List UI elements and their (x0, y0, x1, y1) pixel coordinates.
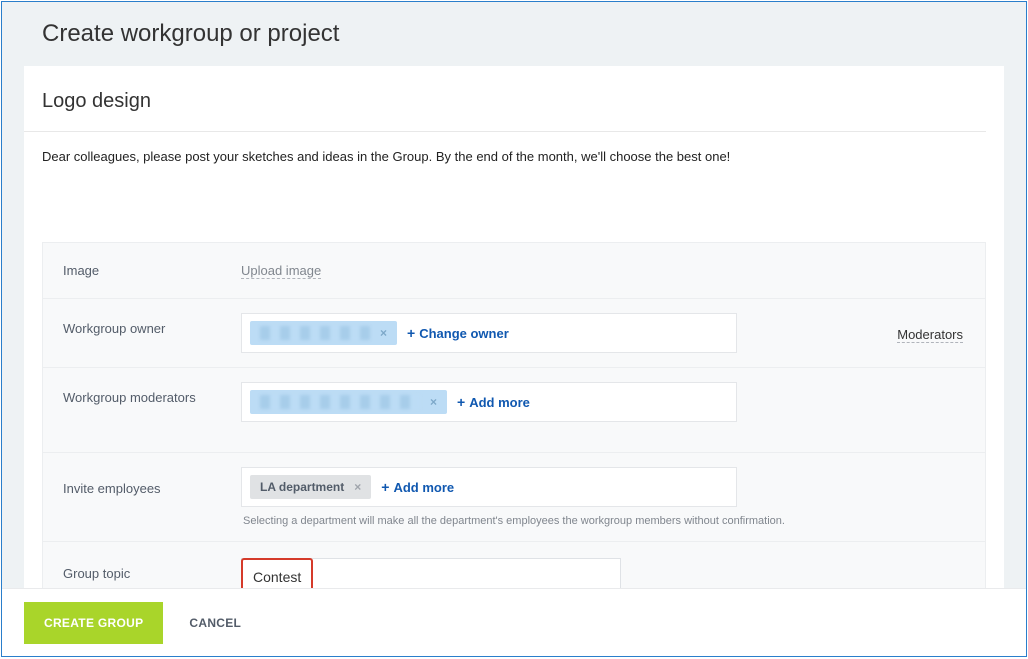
add-moderator-link[interactable]: + Add more (457, 394, 530, 410)
plus-icon: + (457, 394, 465, 410)
moderator-chip[interactable]: × (250, 390, 447, 414)
moderator-chip-name (260, 395, 420, 409)
invite-row: Invite employees LA department × + Add m… (43, 453, 985, 542)
image-label: Image (63, 261, 241, 278)
invite-chip-label: LA department (260, 480, 344, 494)
plus-icon: + (407, 325, 415, 341)
cancel-button[interactable]: CANCEL (189, 616, 241, 630)
content-panel: Logo design Dear colleagues, please post… (24, 66, 1004, 656)
owner-label: Workgroup owner (63, 313, 241, 336)
moderators-label: Workgroup moderators (63, 382, 241, 405)
moderators-input[interactable]: × + Add more (241, 382, 737, 422)
create-workgroup-modal: Create workgroup or project Logo design … (1, 1, 1027, 657)
add-invite-label: Add more (393, 480, 454, 495)
topic-label: Group topic (63, 558, 241, 581)
close-icon[interactable]: × (428, 395, 439, 409)
moderators-row: Workgroup moderators × + Add more (43, 368, 985, 453)
image-row: Image Upload image (43, 243, 985, 299)
form-section: Image Upload image Workgroup owner × + (42, 242, 986, 617)
change-owner-link[interactable]: + Change owner (407, 325, 509, 341)
invite-hint: Selecting a department will make all the… (241, 515, 965, 527)
change-owner-label: Change owner (419, 326, 509, 341)
close-icon[interactable]: × (378, 326, 389, 340)
invite-label: Invite employees (63, 467, 241, 496)
create-group-button[interactable]: CREATE GROUP (24, 602, 163, 644)
group-name-heading: Logo design (24, 66, 1004, 131)
add-moderator-label: Add more (469, 395, 530, 410)
owner-row: Workgroup owner × + Change owner Moderat… (43, 299, 985, 368)
modal-title: Create workgroup or project (2, 2, 1026, 66)
add-invite-link[interactable]: + Add more (381, 479, 454, 495)
owner-input[interactable]: × + Change owner (241, 313, 737, 353)
plus-icon: + (381, 479, 389, 495)
invite-chip[interactable]: LA department × (250, 475, 371, 499)
moderators-link[interactable]: Moderators (897, 327, 963, 343)
group-description: Dear colleagues, please post your sketch… (24, 132, 1004, 182)
owner-chip[interactable]: × (250, 321, 397, 345)
footer-bar: CREATE GROUP CANCEL (2, 588, 1026, 656)
close-icon[interactable]: × (352, 480, 363, 494)
owner-chip-name (260, 326, 370, 340)
upload-image-link[interactable]: Upload image (241, 261, 321, 279)
invite-input[interactable]: LA department × + Add more (241, 467, 737, 507)
